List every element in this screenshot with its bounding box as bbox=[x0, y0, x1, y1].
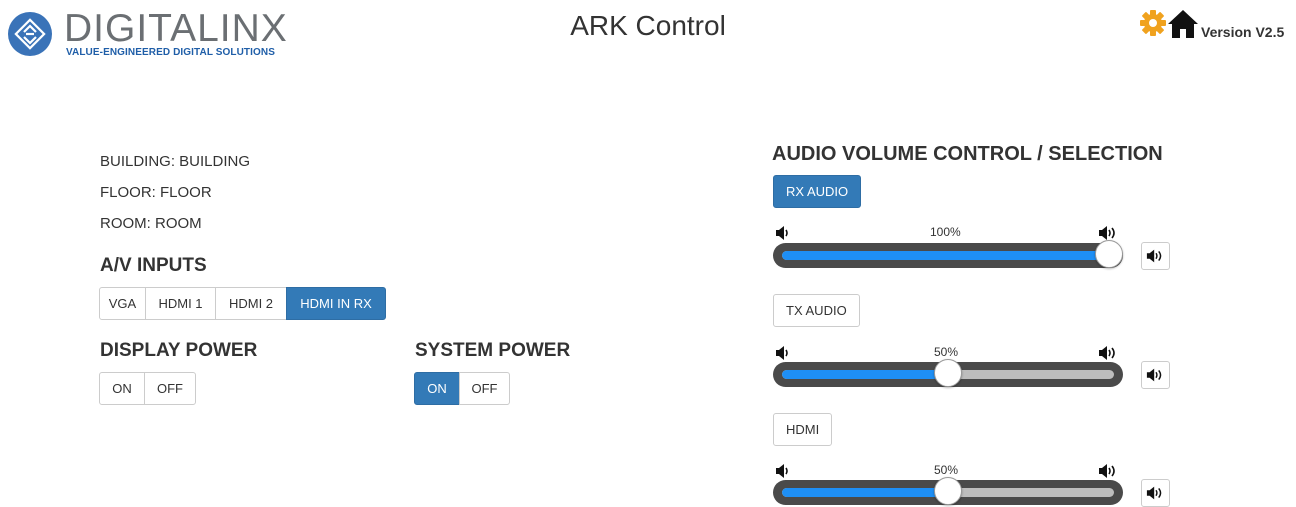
slider-rail bbox=[782, 251, 1114, 260]
floor-label: FLOOR: FLOOR bbox=[100, 184, 212, 201]
audio-heading: AUDIO VOLUME CONTROL / SELECTION bbox=[772, 143, 1163, 165]
slider-thumb[interactable] bbox=[934, 477, 962, 505]
slider-thumb[interactable] bbox=[1095, 240, 1123, 268]
room-label: ROOM: ROOM bbox=[100, 215, 202, 232]
volume-low-icon bbox=[776, 226, 788, 240]
slider-fill bbox=[782, 251, 1114, 260]
slider-thumb[interactable] bbox=[934, 359, 962, 387]
building-label: BUILDING: BUILDING bbox=[100, 153, 251, 170]
input-vga-button[interactable]: VGA bbox=[99, 287, 146, 320]
tx-audio-volume-slider[interactable] bbox=[773, 359, 1123, 387]
system-power-on-button[interactable]: ON bbox=[414, 372, 460, 405]
page-title: ARK Control bbox=[570, 10, 726, 41]
version-label: Version V2.5 bbox=[1201, 24, 1285, 40]
volume-high-icon bbox=[1099, 226, 1115, 240]
input-hdmi-in-rx-button[interactable]: HDMI IN RX bbox=[286, 287, 386, 320]
rx-audio-button[interactable]: RX AUDIO bbox=[773, 175, 862, 208]
hdmi-audio-volume-label: 50% bbox=[934, 463, 959, 477]
volume-high-icon bbox=[1099, 346, 1115, 360]
av-inputs-heading: A/V INPUTS bbox=[100, 255, 207, 276]
system-power-off-button[interactable]: OFF bbox=[459, 372, 510, 405]
home-icon[interactable] bbox=[1167, 9, 1199, 39]
system-power-heading: SYSTEM POWER bbox=[415, 340, 571, 361]
speaker-icon bbox=[1146, 249, 1161, 263]
tx-audio-mute-button[interactable] bbox=[1141, 361, 1170, 389]
input-hdmi2-button[interactable]: HDMI 2 bbox=[215, 287, 287, 320]
brand-tagline: VALUE-ENGINEERED DIGITAL SOLUTIONS bbox=[66, 47, 275, 58]
display-power-heading: DISPLAY POWER bbox=[100, 340, 258, 361]
rx-audio-volume-label: 100% bbox=[930, 225, 961, 239]
display-power-on-button[interactable]: ON bbox=[99, 372, 145, 405]
input-hdmi1-button[interactable]: HDMI 1 bbox=[145, 287, 216, 320]
volume-high-icon bbox=[1099, 464, 1115, 478]
tx-audio-volume-label: 50% bbox=[934, 345, 959, 359]
av-input-group: VGA HDMI 1 HDMI 2 HDMI IN RX bbox=[99, 287, 386, 320]
volume-low-icon bbox=[776, 464, 788, 478]
hdmi-audio-mute-button[interactable] bbox=[1141, 479, 1170, 507]
speaker-icon bbox=[1146, 368, 1161, 382]
rx-audio-volume-slider[interactable] bbox=[773, 240, 1123, 268]
display-power-off-button[interactable]: OFF bbox=[144, 372, 196, 405]
speaker-icon bbox=[1146, 486, 1161, 500]
system-power-group: ON OFF bbox=[414, 372, 510, 405]
gear-icon[interactable] bbox=[1139, 9, 1167, 37]
rx-audio-mute-button[interactable] bbox=[1141, 242, 1170, 270]
hdmi-audio-button[interactable]: HDMI bbox=[773, 413, 833, 446]
tx-audio-button[interactable]: TX AUDIO bbox=[773, 294, 860, 327]
slider-fill bbox=[782, 488, 948, 497]
display-power-group: ON OFF bbox=[99, 372, 196, 405]
volume-low-icon bbox=[776, 346, 788, 360]
slider-fill bbox=[782, 370, 948, 379]
hdmi-audio-volume-slider[interactable] bbox=[773, 477, 1123, 505]
